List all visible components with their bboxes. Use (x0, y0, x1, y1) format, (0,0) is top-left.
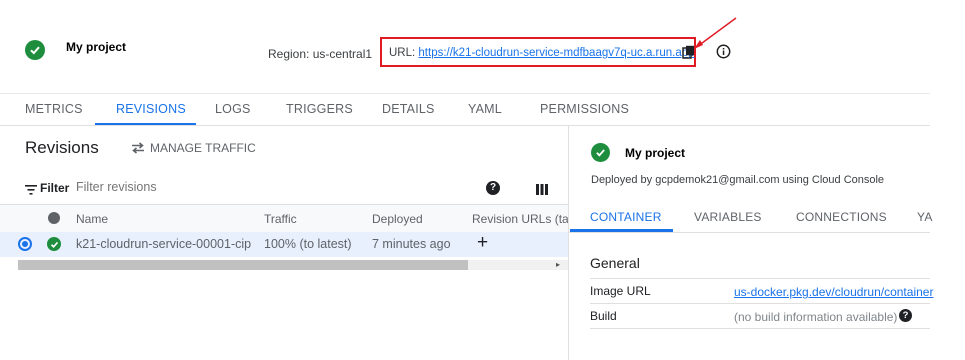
general-divider (590, 278, 930, 279)
help-icon[interactable]: ? (486, 181, 500, 195)
column-deployed[interactable]: Deployed (372, 212, 423, 226)
tab-yaml-partial[interactable]: YA (917, 210, 933, 224)
manage-traffic-button[interactable]: MANAGE TRAFFIC (131, 141, 256, 155)
tab-connections[interactable]: CONNECTIONS (796, 210, 887, 224)
scroll-right-icon[interactable]: ▸ (556, 260, 560, 270)
deployed-by-text: Deployed by gcpdemok21@gmail.com using C… (591, 174, 885, 186)
revision-deployed: 7 minutes ago (372, 237, 451, 251)
add-tag-icon[interactable]: + (477, 232, 488, 254)
filter-revisions-input[interactable] (76, 178, 456, 196)
general-section-title: General (590, 255, 640, 271)
tab-details[interactable]: DETAILS (382, 102, 435, 116)
build-help-icon[interactable]: ? (899, 309, 912, 322)
build-divider (590, 328, 930, 329)
build-label: Build (590, 309, 617, 323)
column-revision-urls[interactable]: Revision URLs (tags (472, 212, 568, 226)
image-url-label: Image URL (590, 284, 651, 298)
tabs-divider (0, 125, 930, 126)
service-url-link[interactable]: https://k21-cloudrun-service-mdfbaagv7q-… (418, 47, 694, 59)
revision-name[interactable]: k21-cloudrun-service-00001-cip (76, 237, 251, 251)
header-divider (0, 93, 930, 94)
detail-project-name: My project (625, 146, 686, 160)
tab-yaml[interactable]: YAML (468, 102, 502, 116)
tab-metrics[interactable]: METRICS (25, 102, 83, 116)
region-label: Region: us-central1 (268, 47, 373, 61)
tab-container[interactable]: CONTAINER (590, 210, 662, 224)
filter-icon (25, 182, 37, 195)
image-url-link[interactable]: us-docker.pkg.dev/cloudrun/container (734, 285, 933, 299)
status-column-icon (48, 212, 60, 224)
build-value: (no build information available) (734, 310, 898, 324)
revisions-title: Revisions (25, 138, 99, 157)
url-prefix: URL: (389, 47, 416, 59)
column-traffic[interactable]: Traffic (264, 212, 297, 226)
detail-tabs-divider (569, 232, 930, 233)
swap-arrows-icon (132, 142, 144, 154)
project-name: My project (66, 40, 127, 54)
filter-label: Filter (40, 181, 70, 195)
manage-traffic-label: MANAGE TRAFFIC (150, 141, 256, 155)
revision-radio[interactable] (18, 237, 32, 251)
revision-ok-icon (47, 237, 61, 251)
status-ok-icon (25, 40, 45, 60)
annotation-arrow (694, 17, 737, 49)
tab-triggers[interactable]: TRIGGERS (286, 102, 353, 116)
tab-permissions[interactable]: PERMISSIONS (540, 102, 629, 116)
revision-traffic: 100% (to latest) (264, 237, 352, 251)
tab-logs[interactable]: LOGS (215, 102, 251, 116)
scrollbar-thumb[interactable] (18, 260, 468, 270)
panel-divider (568, 126, 569, 360)
field-divider (590, 303, 930, 304)
detail-status-ok-icon (591, 143, 610, 162)
column-display-icon[interactable] (536, 182, 548, 195)
service-url: URL: https://k21-cloudrun-service-mdfbaa… (389, 47, 695, 59)
tab-revisions[interactable]: REVISIONS (116, 102, 186, 116)
column-name[interactable]: Name (76, 212, 108, 226)
tab-variables[interactable]: VARIABLES (694, 210, 762, 224)
